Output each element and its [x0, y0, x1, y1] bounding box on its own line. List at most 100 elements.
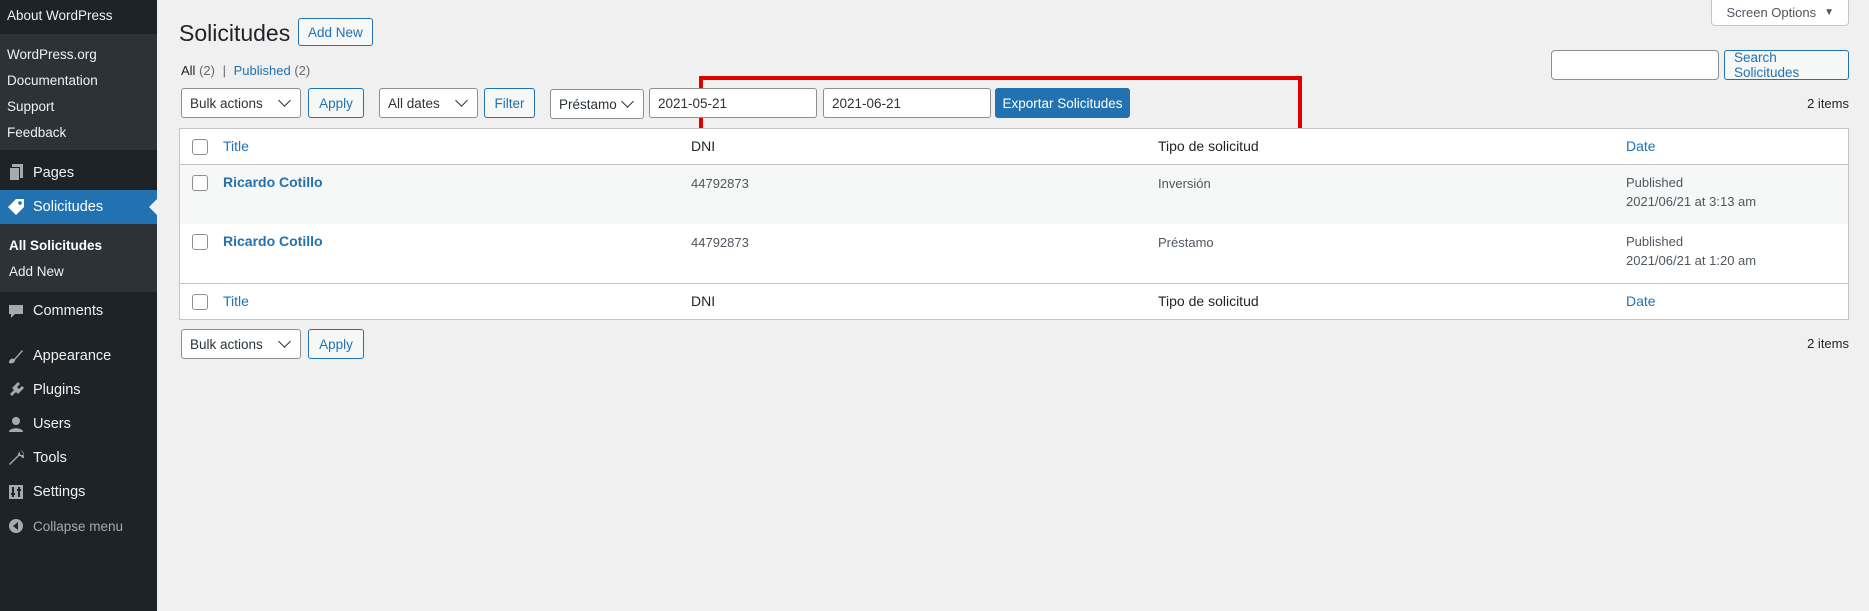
export-solicitudes-button[interactable]: Exportar Solicitudes [995, 88, 1130, 118]
column-tipo-header: Tipo de solicitud [1158, 138, 1259, 154]
date-to-input[interactable]: 2021-06-21 [823, 88, 991, 118]
sidebar-item-plugins[interactable]: Plugins [0, 373, 157, 407]
row-dni: 44792873 [691, 235, 749, 250]
bulk-actions-select-bottom[interactable]: Bulk actions [181, 329, 301, 359]
wordpress-links-submenu: WordPress.org Documentation Support Feed… [0, 34, 157, 150]
column-dni-footer: DNI [691, 293, 716, 309]
row-dni: 44792873 [691, 176, 749, 191]
search-solicitudes-button[interactable]: Search Solicitudes [1724, 50, 1849, 80]
select-all-checkbox-footer[interactable] [192, 294, 208, 310]
sidebar-item-comments[interactable]: Comments [0, 294, 157, 328]
row-date: Published 2021/06/21 at 3:13 am [1626, 173, 1756, 211]
apply-button-bottom[interactable]: Apply [308, 329, 364, 359]
column-title-header[interactable]: Title [223, 138, 249, 154]
main-content: Solicitudes Add New Screen Options ▼ All… [157, 0, 1869, 611]
row-datetime: 2021/06/21 at 3:13 am [1626, 194, 1757, 209]
filter-button[interactable]: Filter [484, 88, 535, 118]
column-tipo-footer: Tipo de solicitud [1158, 293, 1259, 309]
row-datetime: 2021/06/21 at 1:20 am [1626, 253, 1757, 268]
row-checkbox[interactable] [192, 234, 208, 250]
sidebar-item-label: Pages [33, 165, 75, 181]
admin-sidebar: About WordPress WordPress.org Documentat… [0, 0, 157, 611]
row-tipo: Préstamo [1158, 235, 1214, 250]
chevron-down-icon [278, 94, 291, 107]
user-icon [6, 414, 26, 434]
date-from-input[interactable]: 2021-05-21 [649, 88, 817, 118]
bulk-actions-select-top[interactable]: Bulk actions [181, 88, 301, 118]
comment-icon [6, 301, 26, 321]
sidebar-link-support[interactable]: Support [0, 94, 157, 120]
solicitudes-submenu: All Solicitudes Add New [0, 224, 157, 292]
sidebar-item-label: Comments [33, 303, 104, 319]
chevron-down-icon [278, 335, 291, 348]
table-header-row: Title DNI Tipo de solicitud Date [180, 129, 1848, 165]
sidebar-item-settings[interactable]: Settings [0, 475, 157, 509]
table-row: Ricardo Cotillo 44792873 Préstamo Publis… [180, 224, 1848, 283]
table-row: Ricardo Cotillo 44792873 Inversión Publi… [180, 165, 1848, 224]
sidebar-subitem-all-solicitudes[interactable]: All Solicitudes [0, 233, 157, 259]
solicitudes-table: Title DNI Tipo de solicitud Date Ricardo… [179, 128, 1849, 320]
screen-options-label: Screen Options [1726, 5, 1817, 20]
view-all-link[interactable]: All [181, 63, 195, 78]
sidebar-item-label: Settings [33, 484, 86, 500]
sidebar-item-label: Plugins [33, 382, 81, 398]
row-title-link[interactable]: Ricardo Cotillo [223, 233, 323, 249]
add-new-button[interactable]: Add New [298, 18, 373, 46]
collapse-icon [6, 516, 26, 536]
tipo-solicitud-select[interactable]: Préstamo [550, 89, 644, 119]
caret-down-icon: ▼ [1824, 7, 1834, 18]
sidebar-item-users[interactable]: Users [0, 407, 157, 441]
column-title-footer[interactable]: Title [223, 293, 249, 309]
date-filter-select[interactable]: All dates [379, 88, 478, 118]
chevron-down-icon [455, 94, 468, 107]
chevron-down-icon [621, 95, 634, 108]
view-separator: | [222, 63, 226, 78]
bulk-actions-value: Bulk actions [190, 336, 263, 352]
sidebar-item-appearance[interactable]: Appearance [0, 339, 157, 373]
settings-icon [6, 482, 26, 502]
sidebar-item-label: Users [33, 416, 71, 432]
sidebar-subitem-add-new[interactable]: Add New [0, 259, 157, 285]
items-count-top: 2 items [1807, 96, 1849, 111]
column-dni-header: DNI [691, 138, 716, 154]
sidebar-item-solicitudes[interactable]: Solicitudes [0, 190, 157, 224]
row-checkbox[interactable] [192, 175, 208, 191]
tag-icon [6, 197, 26, 217]
row-tipo: Inversión [1158, 176, 1211, 191]
apply-button-top[interactable]: Apply [308, 88, 364, 118]
sidebar-item-label: Tools [33, 450, 67, 466]
pages-icon [6, 163, 26, 183]
paintbrush-icon [6, 346, 26, 366]
row-status: Published [1626, 175, 1684, 190]
view-published-count: (2) [294, 63, 311, 78]
view-all-count: (2) [199, 63, 215, 78]
row-title-link[interactable]: Ricardo Cotillo [223, 174, 323, 190]
select-all-checkbox[interactable] [192, 139, 208, 155]
table-footer-row: Title DNI Tipo de solicitud Date [180, 283, 1848, 319]
plugin-icon [6, 380, 26, 400]
status-views: All (2) | Published (2) [181, 63, 310, 78]
sidebar-link-wordpress-org[interactable]: WordPress.org [0, 42, 157, 68]
sidebar-link-feedback[interactable]: Feedback [0, 120, 157, 146]
sidebar-item-about[interactable]: About WordPress [0, 0, 157, 34]
bulk-actions-value: Bulk actions [190, 95, 263, 111]
items-count-bottom: 2 items [1807, 336, 1849, 351]
sidebar-item-label: Solicitudes [33, 199, 104, 215]
view-published-link[interactable]: Published [234, 63, 291, 78]
tipo-solicitud-value: Préstamo [559, 96, 617, 112]
page-title: Solicitudes [179, 20, 291, 46]
collapse-menu-button[interactable]: Collapse menu [0, 509, 157, 543]
sidebar-item-pages[interactable]: Pages [0, 156, 157, 190]
search-input[interactable] [1551, 50, 1719, 80]
column-date-footer[interactable]: Date [1626, 293, 1656, 309]
wrench-icon [6, 448, 26, 468]
sidebar-link-documentation[interactable]: Documentation [0, 68, 157, 94]
sidebar-item-tools[interactable]: Tools [0, 441, 157, 475]
sidebar-item-label: Appearance [33, 348, 112, 364]
row-date: Published 2021/06/21 at 1:20 am [1626, 232, 1756, 270]
date-filter-value: All dates [388, 95, 440, 111]
column-date-header[interactable]: Date [1626, 138, 1656, 154]
screen-options-button[interactable]: Screen Options ▼ [1711, 0, 1849, 26]
row-status: Published [1626, 234, 1684, 249]
sidebar-item-label: Collapse menu [33, 518, 124, 534]
